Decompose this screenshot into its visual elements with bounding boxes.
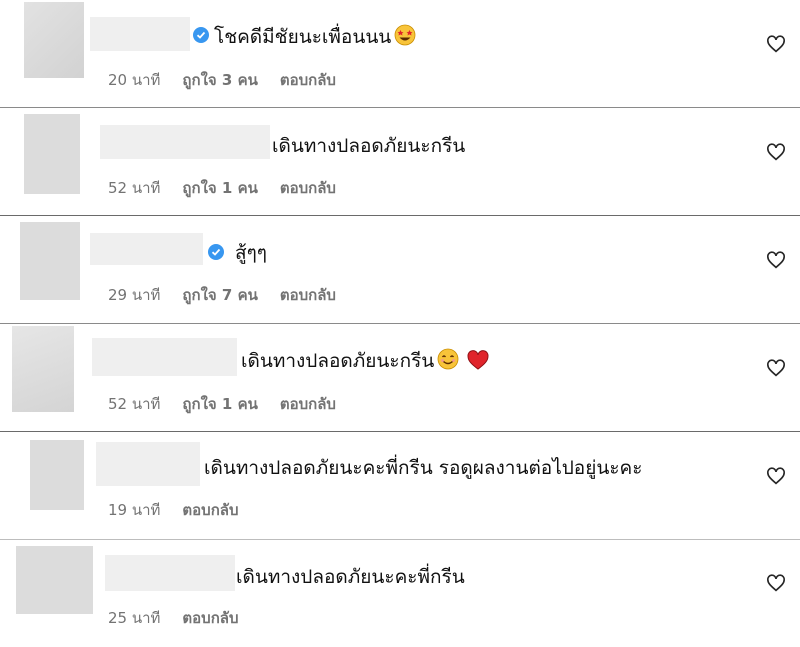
username-blurred[interactable] [90,233,203,265]
comment-time: 25 นาที [108,609,161,627]
avatar[interactable] [16,546,93,614]
reply-button[interactable]: ตอบกลับ [280,179,336,197]
smile-emoji-icon [437,348,459,376]
heart-outline-icon[interactable] [766,251,786,269]
likes-count[interactable]: ถูกใจ 3 คน [182,71,257,89]
reply-button[interactable]: ตอบกลับ [182,609,238,627]
username-blurred[interactable] [90,17,190,51]
comment-text: โชคดีมีชัยนะเพื่อนนน [214,24,416,52]
likes-count[interactable]: ถูกใจ 7 คน [182,286,257,304]
likes-count[interactable]: ถูกใจ 1 คน [182,395,257,413]
comment-item: โชคดีมีชัยนะเพื่อนนน 20 นาที ถูกใจ 3 คน ตอ… [0,0,800,107]
red-heart-emoji-icon [467,350,489,376]
comment-text: เดินทางปลอดภัยนะกรีน [272,135,466,157]
reply-button[interactable]: ตอบกลับ [280,395,336,413]
username-blurred[interactable] [96,442,200,486]
comment-item: สู้ๆๆ 29 นาที ถูกใจ 7 คน ตอบกลับ [0,216,800,323]
heart-outline-icon[interactable] [766,143,786,161]
comment-time: 29 นาที [108,286,161,304]
comment-text: เดินทางปลอดภัยนะคะพี่กรีน [236,566,465,588]
reply-button[interactable]: ตอบกลับ [280,286,336,304]
username-blurred[interactable] [100,125,270,159]
comment-text: เดินทางปลอดภัยนะคะพี่กรีน รอดูผลงานต่อไป… [204,457,643,479]
username-blurred[interactable] [92,338,237,376]
avatar[interactable] [20,222,80,300]
comment-item: เดินทางปลอดภัยนะกรีน 52 นาที ถูกใจ 1 คน ตอ… [0,108,800,215]
comment-time: 20 นาที [108,71,161,89]
comment-meta: 52 นาที ถูกใจ 1 คน ตอบกลับ [108,392,358,416]
verified-badge-icon [208,244,224,260]
comment-meta: 20 นาที ถูกใจ 3 คน ตอบกลับ [108,68,358,92]
comment-text: เดินทางปลอดภัยนะกรีน [241,348,489,376]
comment-meta: 25 นาที ตอบกลับ [108,606,261,630]
reply-button[interactable]: ตอบกลับ [182,501,238,519]
comment-meta: 52 นาที ถูกใจ 1 คน ตอบกลับ [108,176,358,200]
avatar[interactable] [24,114,80,194]
verified-badge-icon [193,27,209,43]
comment-time: 52 นาที [108,395,161,413]
comment-meta: 29 นาที ถูกใจ 7 คน ตอบกลับ [108,283,358,307]
avatar[interactable] [30,440,84,510]
reply-button[interactable]: ตอบกลับ [280,71,336,89]
comment-meta: 19 นาที ตอบกลับ [108,498,261,522]
likes-count[interactable]: ถูกใจ 1 คน [182,179,257,197]
comment-time: 52 นาที [108,179,161,197]
username-blurred[interactable] [105,555,235,591]
comment-item: เดินทางปลอดภัยนะคะพี่กรีน 25 นาที ตอบกลับ [0,540,800,647]
heart-outline-icon[interactable] [766,35,786,53]
heart-outline-icon[interactable] [766,359,786,377]
avatar[interactable] [12,326,74,412]
comment-item: เดินทางปลอดภัยนะคะพี่กรีน รอดูผลงานต่อไป… [0,432,800,539]
comment-time: 19 นาที [108,501,161,519]
avatar[interactable] [24,2,84,78]
heart-outline-icon[interactable] [766,574,786,592]
comment-item: เดินทางปลอดภัยนะกรีน 52 นาที ถูกใจ 1 คน ตอ… [0,324,800,431]
comment-text: สู้ๆๆ [235,242,268,264]
star-eyes-emoji-icon [394,24,416,52]
heart-outline-icon[interactable] [766,467,786,485]
